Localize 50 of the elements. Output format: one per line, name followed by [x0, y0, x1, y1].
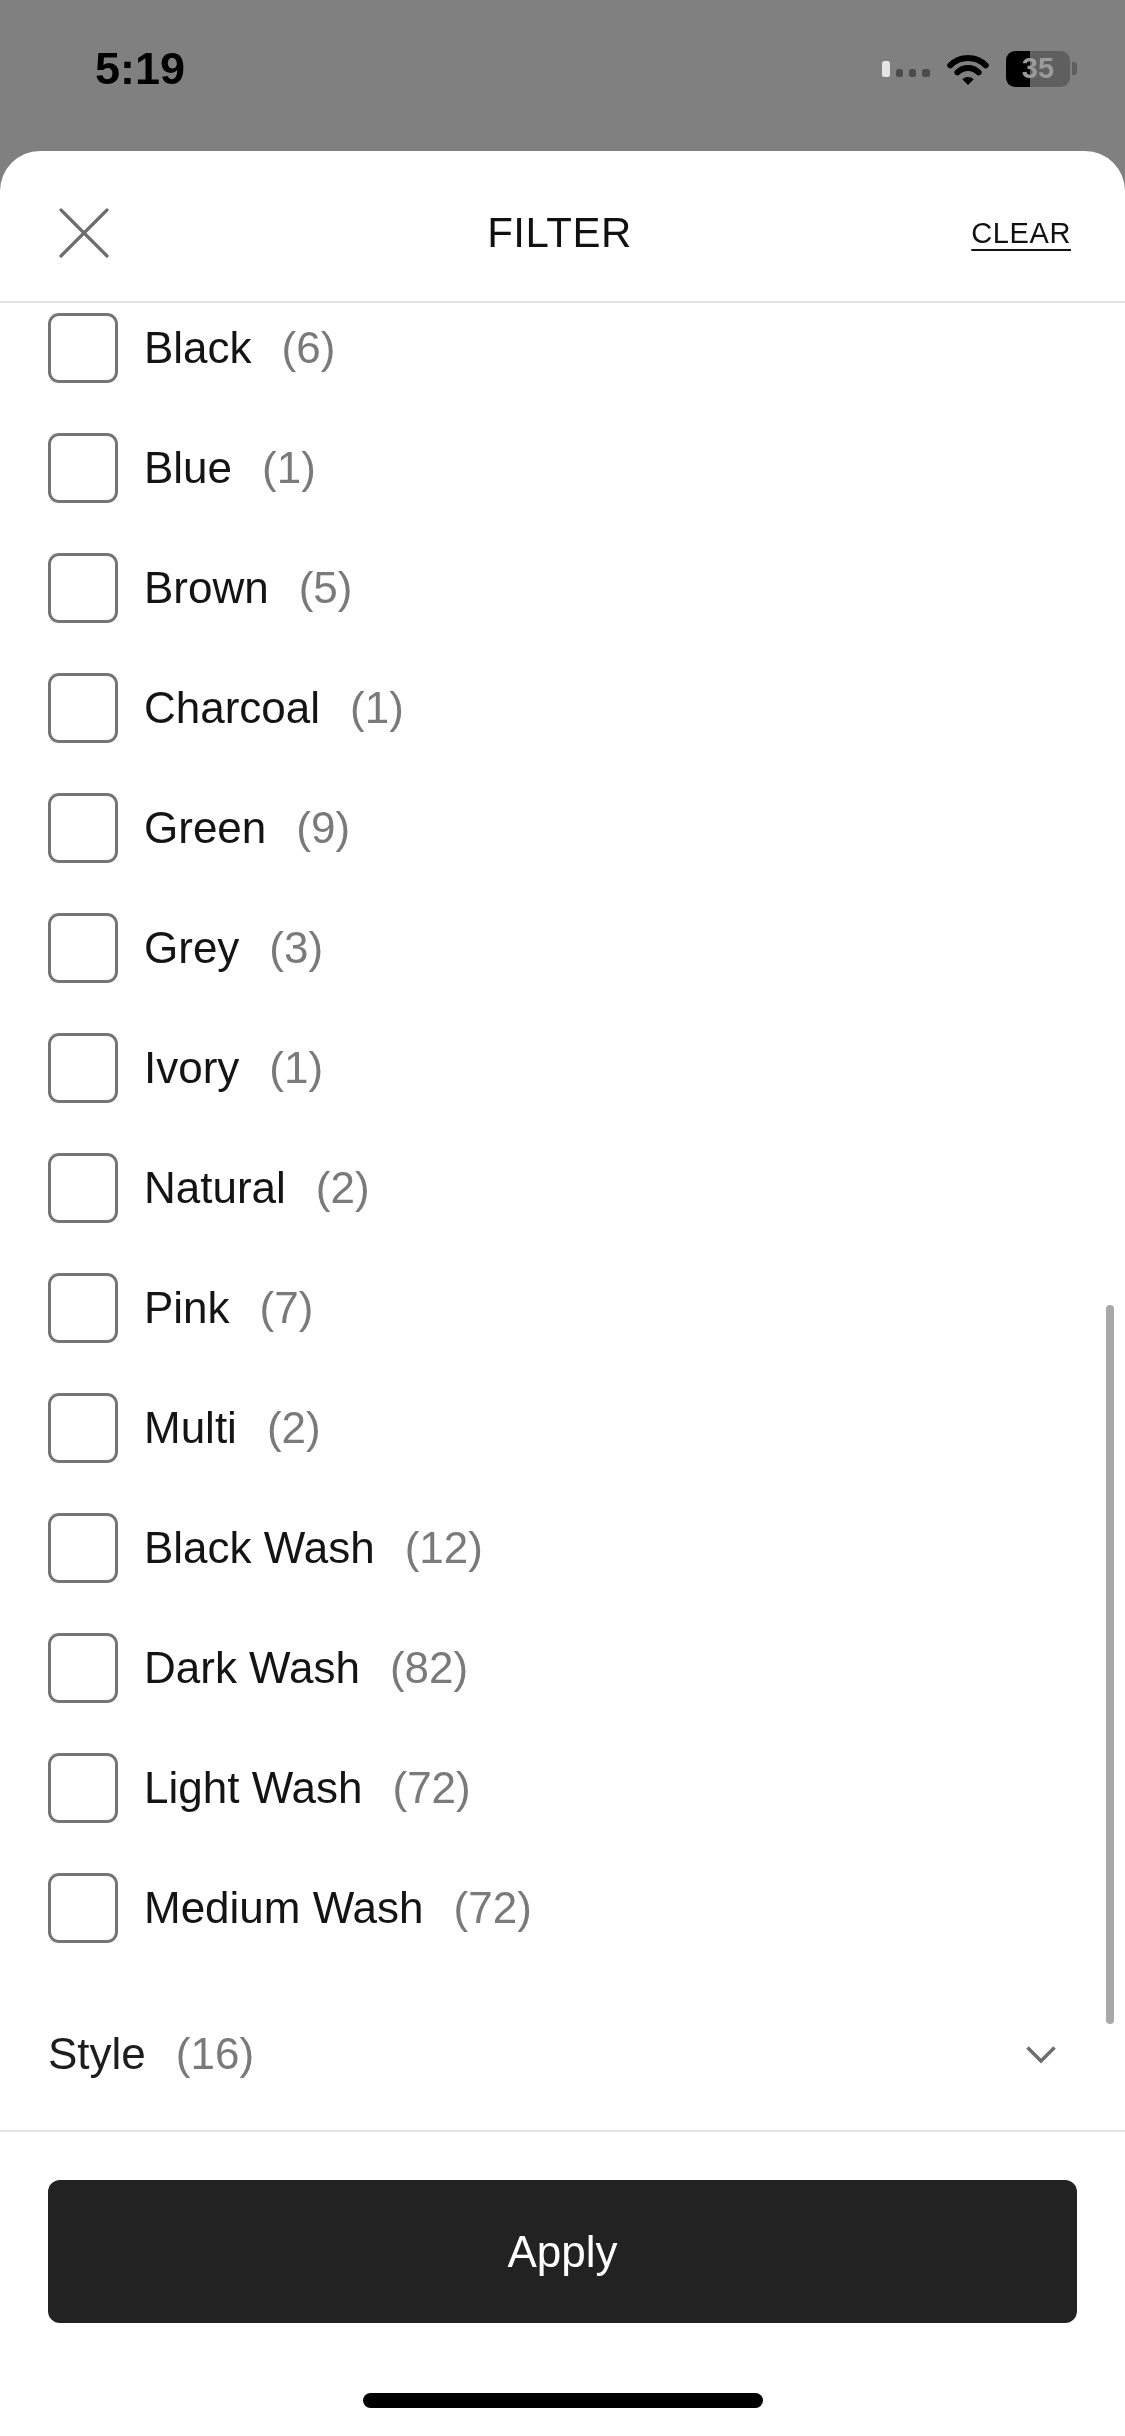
checkbox[interactable]	[48, 673, 118, 743]
status-time: 5:19	[95, 42, 186, 95]
option-count: (3)	[269, 923, 324, 973]
option-count: (72)	[453, 1883, 532, 1933]
option-label[interactable]: Blue	[144, 443, 233, 493]
checkbox[interactable]	[48, 313, 118, 383]
option-count: (2)	[315, 1163, 370, 1213]
checkbox[interactable]	[48, 1153, 118, 1223]
section-toggle[interactable]: Style (16)	[0, 1978, 1125, 2130]
option-count: (2)	[266, 1403, 321, 1453]
checkbox[interactable]	[48, 913, 118, 983]
checkbox[interactable]	[48, 1033, 118, 1103]
option-label[interactable]: Ivory	[144, 1043, 240, 1093]
option-count: (1)	[350, 683, 404, 733]
option-label[interactable]: Natural	[144, 1163, 286, 1213]
checkbox[interactable]	[48, 1633, 118, 1703]
option-label[interactable]: Brown	[144, 563, 269, 613]
option-count: (12)	[404, 1523, 483, 1573]
option-count: (1)	[269, 1043, 324, 1093]
option-count: (9)	[296, 803, 351, 853]
signal-icon	[882, 60, 930, 77]
option-label[interactable]: Light Wash	[144, 1763, 363, 1813]
checkbox[interactable]	[48, 1393, 118, 1463]
checkbox[interactable]	[48, 1273, 118, 1343]
option-count: (7)	[259, 1283, 314, 1333]
clear-link[interactable]: CLEAR	[971, 216, 1071, 250]
option-count: (82)	[389, 1643, 469, 1693]
wifi-icon	[946, 52, 990, 85]
checkbox[interactable]	[48, 1513, 118, 1583]
filter-title: FILTER	[487, 209, 632, 257]
option-label[interactable]: Dark Wash	[144, 1643, 360, 1693]
option-label[interactable]: Pink	[144, 1283, 230, 1333]
option-label[interactable]: Charcoal	[144, 683, 321, 733]
option-label[interactable]: Black Wash	[144, 1523, 375, 1573]
checkbox[interactable]	[48, 1753, 118, 1823]
option-label[interactable]: Medium Wash	[144, 1883, 424, 1933]
option-count: (1)	[262, 443, 316, 493]
option-count: (5)	[298, 563, 353, 613]
checkbox[interactable]	[48, 433, 118, 503]
close-icon	[59, 208, 109, 258]
apply-button[interactable]: Apply	[48, 2180, 1077, 2323]
checkbox[interactable]	[48, 553, 118, 623]
checkbox[interactable]	[48, 1873, 118, 1943]
option-label[interactable]: Grey	[144, 923, 240, 973]
option-count: (6)	[281, 323, 336, 373]
option-count: (72)	[392, 1763, 471, 1813]
option-label[interactable]: Green	[144, 803, 267, 853]
option-label[interactable]: Multi	[144, 1403, 237, 1453]
checkbox[interactable]	[48, 793, 118, 863]
option-label[interactable]: Black	[144, 323, 252, 373]
